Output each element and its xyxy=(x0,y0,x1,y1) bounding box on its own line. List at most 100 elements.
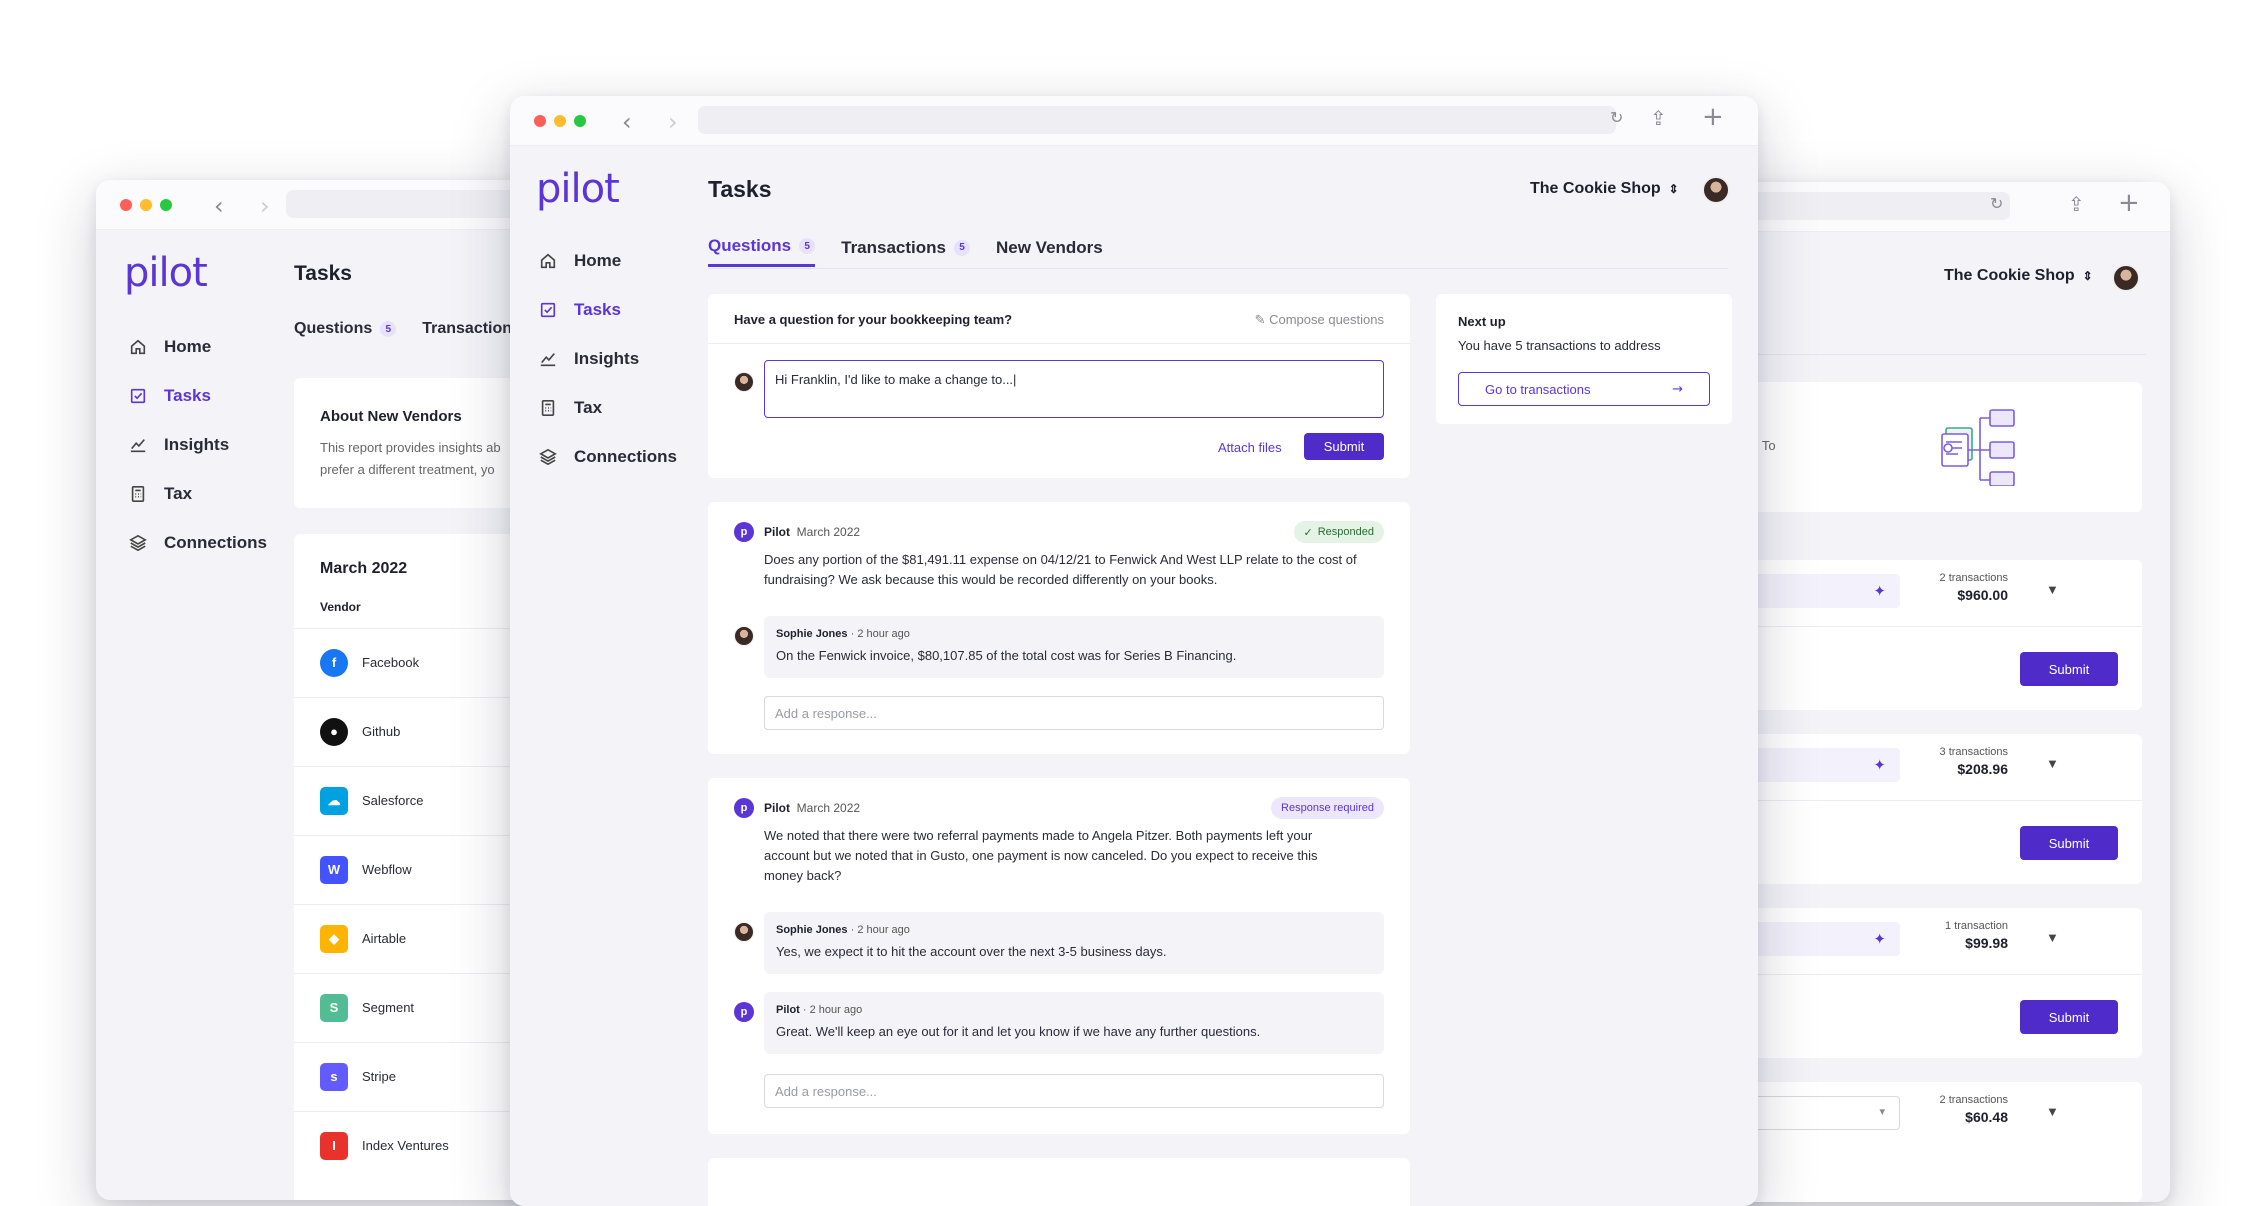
sidebar-item-home[interactable]: Home xyxy=(126,322,267,371)
question-input[interactable]: Hi Franklin, I'd like to make a change t… xyxy=(764,360,1384,418)
submit-button[interactable]: Submit xyxy=(2020,1000,2118,1034)
pilot-logo[interactable]: pilot xyxy=(124,250,208,296)
company-name: The Cookie Shop xyxy=(1944,267,2075,284)
sidebar-item-label: Tasks xyxy=(164,385,211,405)
reload-icon[interactable]: ↻ xyxy=(1990,194,2003,213)
vendor-name: Salesforce xyxy=(362,793,424,808)
compose-link-label: Compose questions xyxy=(1269,312,1384,327)
new-tab-icon[interactable]: + xyxy=(1702,102,1724,132)
company-switcher[interactable]: The Cookie Shop ⇕ xyxy=(1944,267,2093,285)
page-title: Tasks xyxy=(708,176,772,202)
transaction-count: 3 transactions xyxy=(1939,746,2008,758)
group-divider xyxy=(1700,800,2142,801)
expand-chevron-icon[interactable]: ▼ xyxy=(2046,582,2059,597)
next-up-text: You have 5 transactions to address xyxy=(1458,338,1661,353)
question-card: p Pilot March 2022 Response required We … xyxy=(708,778,1410,1134)
response-input[interactable]: Add a response... xyxy=(764,1074,1384,1108)
sidebar-item-label: Connections xyxy=(164,532,267,552)
maximize-dot[interactable] xyxy=(574,115,586,127)
tab-count-badge: 5 xyxy=(380,321,397,337)
airtable-icon: ◆ xyxy=(320,924,348,953)
reply-time: 2 hour ago xyxy=(857,924,910,936)
intro-card: nsactions. To xyxy=(1700,382,2142,512)
sidebar-item-tasks[interactable]: Tasks xyxy=(536,285,677,334)
tab-transactions[interactable]: Transactions 5 xyxy=(841,236,970,267)
next-up-title: Next up xyxy=(1458,314,1506,329)
sidebar-item-connections[interactable]: Connections xyxy=(536,432,677,481)
user-avatar[interactable] xyxy=(2112,264,2140,292)
tab-transactions[interactable]: Transactions xyxy=(422,320,521,346)
status-label: Responded xyxy=(1317,526,1374,538)
forward-arrow-icon[interactable]: › xyxy=(668,108,678,136)
transaction-count: 1 transaction xyxy=(1945,920,2008,932)
compose-questions-link[interactable]: ✎ Compose questions xyxy=(1255,312,1384,328)
sidebar-item-label: Tasks xyxy=(574,299,621,319)
group-divider xyxy=(1700,974,2142,975)
pilot-logo[interactable]: pilot xyxy=(536,166,620,212)
expand-chevron-icon[interactable]: ▼ xyxy=(2046,930,2059,945)
sidebar-item-tasks[interactable]: Tasks xyxy=(126,371,267,420)
go-to-transactions-button[interactable]: Go to transactions → xyxy=(1458,372,1710,406)
tax-icon xyxy=(536,396,560,420)
back-arrow-icon[interactable]: ‹ xyxy=(214,192,224,220)
reload-icon[interactable]: ↻ xyxy=(1610,108,1623,127)
insights-icon xyxy=(536,347,560,371)
sidebar-item-insights[interactable]: Insights xyxy=(536,334,677,383)
transaction-summary: 1 transaction $99.98 xyxy=(1914,920,2008,951)
sidebar-item-insights[interactable]: Insights xyxy=(126,420,267,469)
about-text: This report provides insights ab xyxy=(320,440,501,455)
main-browser-window: ‹ › ↻ ⇪ + pilot Home Tasks Insights Tax … xyxy=(510,96,1758,1206)
reply-meta: Sophie Jones · 2 hour ago xyxy=(776,628,910,640)
reply-text: Great. We'll keep an eye out for it and … xyxy=(776,1024,1261,1039)
forward-arrow-icon[interactable]: › xyxy=(260,192,270,220)
about-title: About New Vendors xyxy=(320,408,462,425)
user-avatar xyxy=(734,922,754,942)
tasks-icon xyxy=(126,384,150,408)
close-dot[interactable] xyxy=(120,199,132,211)
reply-meta: Sophie Jones · 2 hour ago xyxy=(776,924,910,936)
url-bar[interactable] xyxy=(698,106,1616,134)
response-input[interactable]: Add a response... xyxy=(764,696,1384,730)
pilot-avatar-icon: p xyxy=(734,798,754,818)
close-dot[interactable] xyxy=(534,115,546,127)
minimize-dot[interactable] xyxy=(140,199,152,211)
sidebar-item-label: Home xyxy=(574,250,622,270)
sidebar-item-home[interactable]: Home xyxy=(536,236,677,285)
tab-questions[interactable]: Questions 5 xyxy=(708,236,816,267)
transaction-group-card: ▾ 2 transactions $60.48 ▼ xyxy=(1700,1082,2142,1202)
share-icon[interactable]: ⇪ xyxy=(1650,106,1667,130)
chevron-updown-icon: ⇕ xyxy=(2082,269,2093,283)
sidebar-item-connections[interactable]: Connections xyxy=(126,518,267,567)
question-card xyxy=(708,1158,1410,1206)
chevron-down-icon: ▾ xyxy=(1879,1106,1885,1118)
maximize-dot[interactable] xyxy=(160,199,172,211)
salesforce-icon: ☁ xyxy=(320,786,348,815)
transaction-summary: 3 transactions $208.96 xyxy=(1914,746,2008,777)
submit-question-button[interactable]: Submit xyxy=(1304,433,1384,460)
attach-files-link[interactable]: Attach files xyxy=(1218,440,1282,455)
sidebar-item-tax[interactable]: Tax xyxy=(126,469,267,518)
share-icon[interactable]: ⇪ xyxy=(2068,192,2085,216)
org-chart-illustration xyxy=(1941,409,2015,486)
expand-chevron-icon[interactable]: ▼ xyxy=(2046,1104,2059,1119)
tab-new-vendors[interactable]: New Vendors xyxy=(996,236,1103,267)
question-line: We noted that there were two referral pa… xyxy=(764,828,1313,843)
back-arrow-icon[interactable]: ‹ xyxy=(622,108,632,136)
expand-chevron-icon[interactable]: ▼ xyxy=(2046,756,2059,771)
reply-author: Sophie Jones xyxy=(776,628,848,640)
new-tab-icon[interactable]: + xyxy=(2118,188,2140,218)
compose-heading: Have a question for your bookkeeping tea… xyxy=(734,312,1013,327)
question-line: Does any portion of the $81,491.11 expen… xyxy=(764,552,1357,567)
submit-button[interactable]: Submit xyxy=(2020,652,2118,686)
sidebar-item-tax[interactable]: Tax xyxy=(536,383,677,432)
tab-questions[interactable]: Questions 5 xyxy=(294,320,397,346)
question-author: Pilot xyxy=(764,801,790,815)
user-avatar[interactable] xyxy=(1702,176,1730,204)
transaction-summary: 2 transactions $960.00 xyxy=(1914,572,2008,603)
submit-button[interactable]: Submit xyxy=(2020,826,2118,860)
question-line: fundraising? We ask because this would b… xyxy=(764,572,1218,587)
minimize-dot[interactable] xyxy=(554,115,566,127)
company-switcher[interactable]: The Cookie Shop ⇕ xyxy=(1530,180,1679,198)
index-ventures-icon: I xyxy=(320,1131,348,1160)
company-name: The Cookie Shop xyxy=(1530,180,1661,197)
